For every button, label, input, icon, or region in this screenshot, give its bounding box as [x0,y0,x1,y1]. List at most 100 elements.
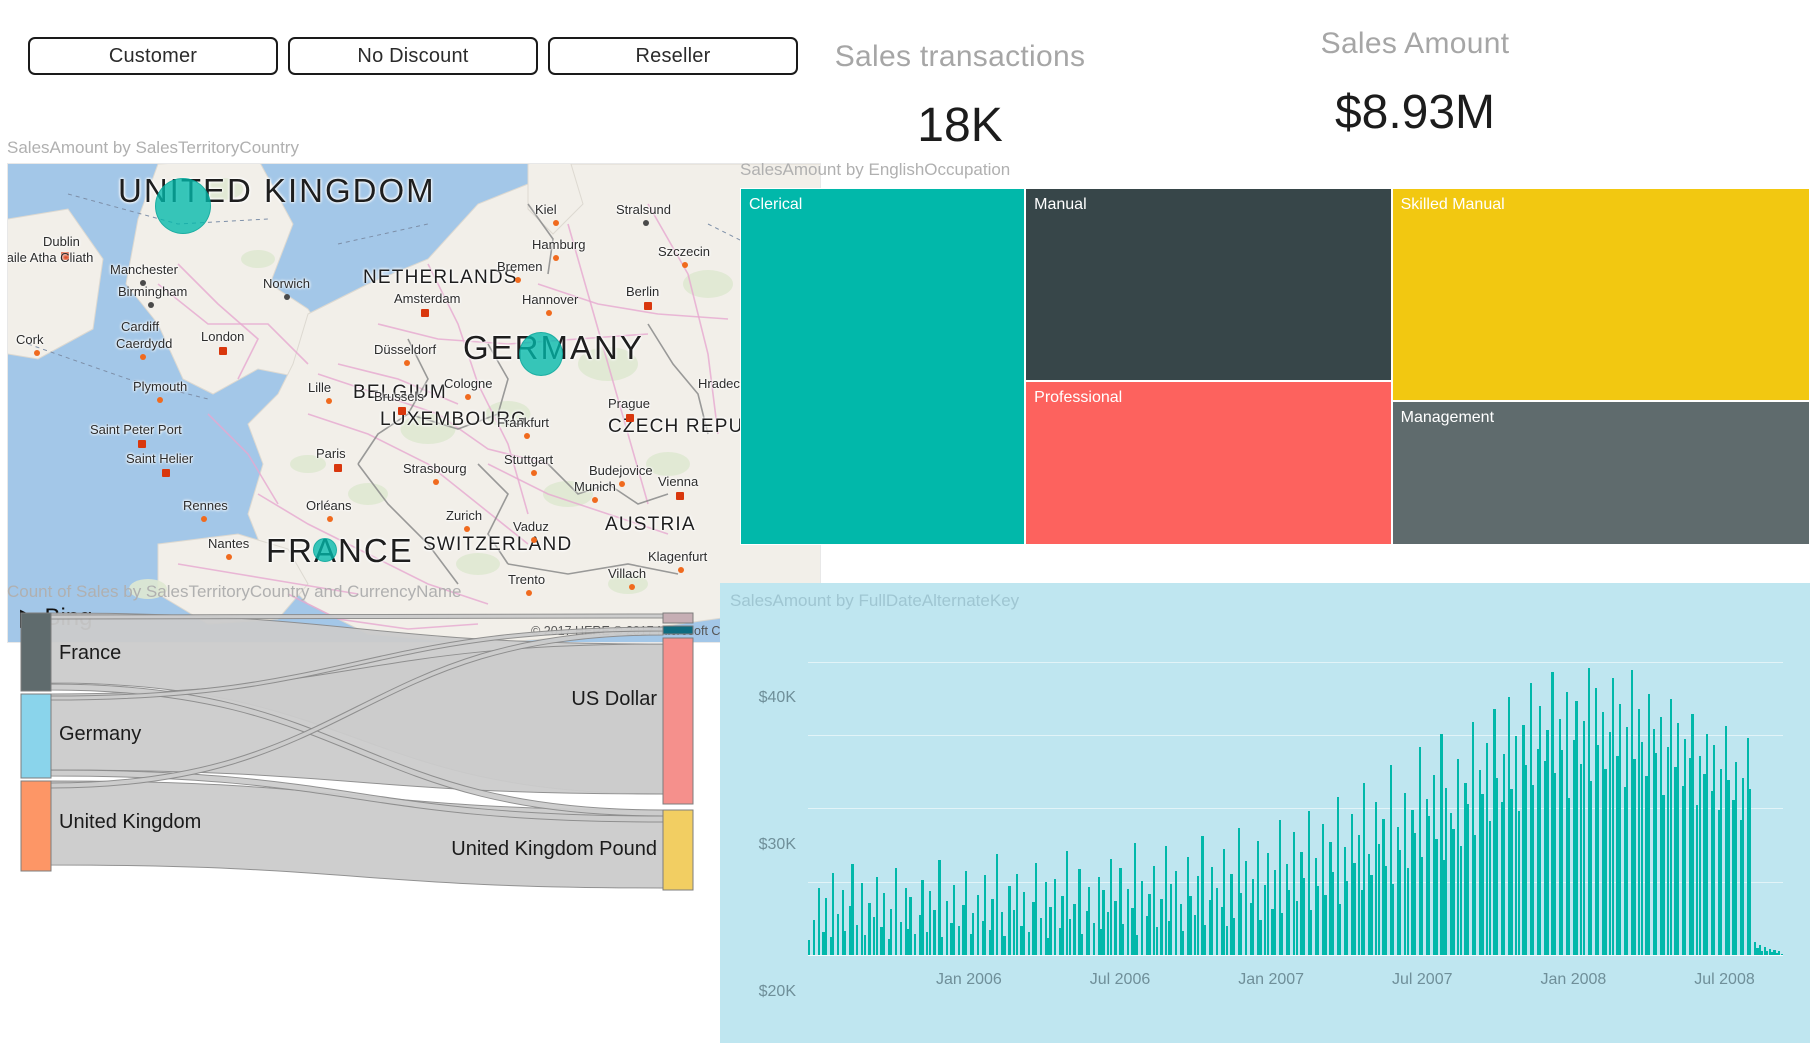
slicer-no-discount[interactable]: No Discount [288,37,538,75]
timeseries-bar[interactable] [909,897,912,955]
timeseries-bar[interactable] [1510,789,1513,955]
timeseries-bar[interactable] [1302,878,1305,955]
timeseries-bar[interactable] [1459,845,1462,955]
sankey-source-germany[interactable] [20,693,52,779]
timeseries-bar[interactable] [1239,892,1243,955]
timeseries-bar[interactable] [1618,704,1622,955]
timeseries-bar[interactable] [1266,853,1269,955]
timeseries-bar[interactable] [1136,935,1139,955]
timeseries-bar[interactable] [933,910,936,955]
timeseries-bar[interactable] [1546,729,1549,955]
timeseries-bar[interactable] [844,930,847,955]
timeseries-bar[interactable] [957,926,960,955]
timeseries-bar[interactable] [1225,926,1228,955]
timeseries-bar[interactable] [1582,721,1585,955]
timeseries-bar[interactable] [1170,883,1173,955]
timeseries-bar[interactable] [1589,781,1593,955]
timeseries-bar[interactable] [1324,894,1327,955]
timeseries-bar[interactable] [856,924,859,955]
map-bubble-united-kingdom[interactable] [155,178,211,234]
timeseries-bar[interactable] [1061,895,1064,955]
timeseries-bar[interactable] [1087,886,1091,955]
timeseries-bar[interactable] [1160,898,1163,955]
timeseries-bar[interactable] [1532,784,1535,955]
timeseries-bar[interactable] [1196,875,1199,955]
sankey-target-other-0[interactable] [662,612,694,624]
timeseries-bar[interactable] [1174,871,1178,955]
timeseries-bar[interactable] [1259,919,1262,955]
timeseries-bar[interactable] [1215,887,1219,955]
timeseries-bar[interactable] [1027,932,1030,955]
timeseries-bar[interactable] [1420,856,1424,955]
timeseries-bar[interactable] [1126,889,1129,955]
timeseries-bar[interactable] [1568,798,1571,955]
timeseries-bar[interactable] [1413,832,1416,955]
timeseries-bar[interactable] [1626,726,1629,955]
timeseries-bar[interactable] [1734,762,1737,955]
timeseries-bar[interactable] [1517,810,1520,955]
timeseries-bar[interactable] [1148,894,1151,955]
sankey-target-united-kingdom-pound[interactable] [662,809,694,891]
timeseries-bar[interactable] [964,870,968,955]
timeseries-bar[interactable] [1073,903,1076,955]
timeseries-bar[interactable] [1553,773,1556,955]
timeseries-bar[interactable] [1309,910,1313,955]
timeseries-bar[interactable] [1597,745,1600,955]
timeseries-bar[interactable] [1252,879,1255,955]
slicer-reseller[interactable]: Reseller [548,37,798,75]
timeseries-bar[interactable] [868,902,871,955]
timeseries-bar[interactable] [1039,917,1042,955]
timeseries-bar[interactable] [1495,778,1499,955]
timeseries-bar[interactable] [1121,924,1124,955]
timeseries-bar[interactable] [1503,754,1506,955]
timeseries-bar[interactable] [1353,863,1356,955]
timeseries-bar[interactable] [1481,794,1484,955]
timeseries-bar[interactable] [972,913,975,955]
timeseries-bar[interactable] [1655,752,1658,955]
timeseries-bar[interactable] [1331,872,1334,955]
timeseries-bar[interactable] [1054,878,1057,955]
timeseries-bar[interactable] [976,894,980,955]
timeseries-bar[interactable] [1392,883,1395,955]
timeseries-bar[interactable] [952,884,956,955]
slicer-customer[interactable]: Customer [28,37,278,75]
timeseries-bar[interactable] [1684,739,1687,955]
timeseries-bar[interactable] [832,872,835,955]
timeseries-bar[interactable] [945,900,948,955]
sankey-visual[interactable]: Count of Sales by SalesTerritoryCountry … [7,582,721,1042]
map-bubble-germany[interactable] [519,332,563,376]
timeseries-bar[interactable] [1662,795,1665,955]
timeseries-bar[interactable] [1211,867,1214,955]
timeseries-bar[interactable] [1109,858,1112,955]
map-canvas[interactable]: UNITED KINGDOMNETHERLANDSGERMANYBELGIUML… [7,163,821,643]
timeseries-bar[interactable] [928,891,931,955]
kpi-card-sales-transactions[interactable]: Sales transactions 18K [830,40,1090,153]
sankey-link[interactable] [50,613,664,620]
treemap-cell-clerical[interactable]: Clerical [740,188,1026,545]
timeseries-bar[interactable] [921,880,924,955]
timeseries-bar[interactable] [863,935,866,955]
timeseries-bar[interactable] [1232,918,1235,955]
timeseries-bar[interactable] [1022,891,1025,955]
treemap-visual[interactable]: SalesAmount by EnglishOccupation Clerica… [740,160,1810,545]
timeseries-bar[interactable] [984,875,987,955]
timeseries-bar[interactable] [1741,778,1745,955]
timeseries-bar[interactable] [890,908,893,955]
timeseries-bar[interactable] [836,913,840,955]
timeseries-bar[interactable] [1189,896,1192,955]
timeseries-bar[interactable] [808,939,811,955]
timeseries-bar[interactable] [1317,886,1320,955]
sankey-source-france[interactable] [20,612,52,692]
timeseries-bar[interactable] [1406,868,1409,955]
timeseries-bar[interactable] [1295,900,1298,955]
timeseries-bar[interactable] [1384,865,1387,955]
timeseries-bar[interactable] [1640,741,1643,955]
timeseries-bar[interactable] [1705,733,1708,955]
timeseries-bar[interactable] [1034,862,1038,955]
timeseries-bar[interactable] [996,853,999,955]
treemap-cell-management[interactable]: Management [1391,401,1810,545]
timeseries-bar[interactable] [1114,901,1117,955]
timeseries-plot[interactable]: $0K$10K$20K$30K$40K Jan 2006Jul 2006Jan … [759,625,1783,1000]
sankey-target-other-1[interactable] [662,625,694,635]
timeseries-bar[interactable] [1203,924,1206,955]
